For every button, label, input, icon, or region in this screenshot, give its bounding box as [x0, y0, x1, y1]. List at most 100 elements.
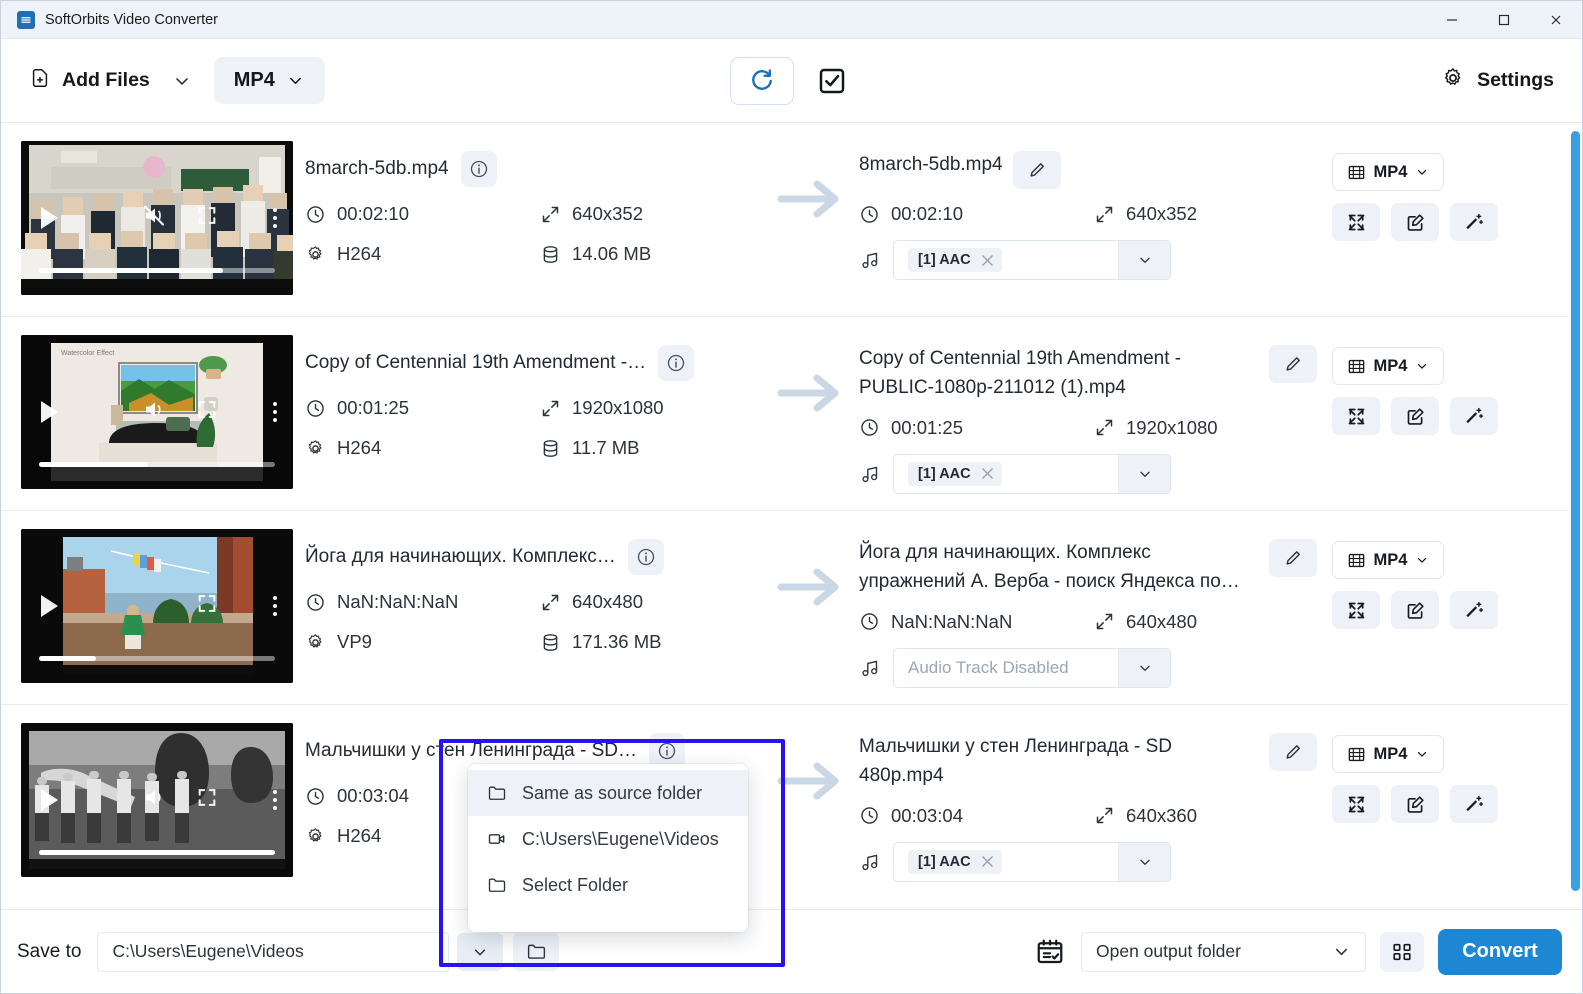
playback-progress-bar[interactable]	[39, 850, 275, 855]
convert-button[interactable]: Convert	[1438, 929, 1562, 975]
close-button[interactable]	[1530, 1, 1582, 39]
audio-track-select[interactable]: [1] AAC	[893, 454, 1171, 494]
audio-track-select[interactable]: [1] AAC	[893, 240, 1171, 280]
table-row[interactable]: Мальчишки у стен Ленинграда - SD… 00:03:…	[1, 705, 1582, 899]
video-thumbnail[interactable]	[21, 529, 293, 683]
layout-toggle-button[interactable]	[1380, 932, 1424, 972]
play-icon[interactable]	[41, 595, 58, 617]
playback-progress-bar[interactable]	[39, 462, 275, 467]
playback-progress-bar[interactable]	[39, 656, 275, 661]
fullscreen-icon[interactable]	[196, 399, 218, 426]
row-format-button[interactable]: MP4	[1332, 735, 1444, 773]
dropdown-item-videos-folder[interactable]: C:\Users\Eugene\Videos	[468, 816, 748, 862]
edit-button[interactable]	[1391, 203, 1439, 241]
audio-track-row: [1] AAC	[859, 240, 1332, 280]
browse-folder-button[interactable]	[513, 933, 559, 971]
save-to-input[interactable]: C:\Users\Eugene\Videos	[97, 932, 449, 972]
save-to-dropdown-button[interactable]	[457, 933, 503, 971]
output-format-label: MP4	[234, 69, 275, 92]
edit-button[interactable]	[1391, 591, 1439, 629]
row-format-button[interactable]: MP4	[1332, 541, 1444, 579]
video-thumbnail[interactable]	[21, 723, 293, 877]
video-thumbnail[interactable]	[21, 141, 293, 295]
destination-duration: 00:01:25	[859, 417, 1094, 439]
row-format-button[interactable]: MP4	[1332, 153, 1444, 191]
destination-duration-value: NaN:NaN:NaN	[891, 611, 1012, 633]
add-files-dropdown-button[interactable]	[156, 65, 208, 97]
volume-icon[interactable]	[141, 786, 167, 815]
row-format-button[interactable]: MP4	[1332, 347, 1444, 385]
minimize-button[interactable]	[1426, 1, 1478, 39]
table-row[interactable]: 8march-5db.mp4 00:02:10	[1, 123, 1582, 317]
play-icon[interactable]	[41, 207, 58, 229]
dropdown-item-same-as-source[interactable]: Same as source folder	[468, 770, 748, 816]
more-options-icon[interactable]	[273, 790, 277, 810]
schedule-icon[interactable]	[1033, 935, 1067, 969]
magic-wand-icon	[1464, 212, 1485, 233]
vertical-scrollbar[interactable]	[1568, 123, 1582, 909]
refresh-button[interactable]	[730, 57, 794, 105]
audio-track-chip[interactable]: [1] AAC	[908, 248, 1002, 272]
compress-button[interactable]	[1332, 203, 1380, 241]
audio-track-chip[interactable]: [1] AAC	[908, 462, 1002, 486]
rename-button[interactable]	[1013, 151, 1061, 189]
enhance-button[interactable]	[1450, 397, 1498, 435]
add-files-button[interactable]: Add Files	[23, 59, 156, 103]
select-all-button[interactable]	[810, 59, 854, 103]
destination-duration: 00:02:10	[859, 203, 1094, 225]
audio-track-select[interactable]: Audio Track Disabled	[893, 648, 1171, 688]
source-filename: 8march-5db.mp4	[305, 156, 449, 182]
file-info-button[interactable]	[628, 539, 664, 575]
fullscreen-icon[interactable]	[196, 787, 218, 814]
dropdown-item-select-folder[interactable]: Select Folder	[468, 862, 748, 908]
audio-track-chip[interactable]: [1] AAC	[908, 850, 1002, 874]
play-icon[interactable]	[41, 401, 58, 423]
more-options-icon[interactable]	[273, 208, 277, 228]
volume-icon[interactable]	[141, 398, 167, 427]
file-info-button[interactable]	[658, 345, 694, 381]
scrollbar-thumb[interactable]	[1571, 131, 1580, 891]
source-filename: Copy of Centennial 19th Amendment -…	[305, 350, 646, 376]
save-to-dropdown-menu[interactable]: Same as source folder C:\Users\Eugene\Vi…	[468, 764, 748, 932]
play-icon[interactable]	[41, 789, 58, 811]
audio-track-select[interactable]: [1] AAC	[893, 842, 1171, 882]
add-file-icon	[29, 67, 51, 95]
table-row[interactable]: Watercolor Effect	[1, 317, 1582, 511]
fullscreen-icon[interactable]	[196, 593, 218, 620]
maximize-button[interactable]	[1478, 1, 1530, 39]
compress-icon	[1346, 600, 1367, 621]
enhance-button[interactable]	[1450, 203, 1498, 241]
enhance-button[interactable]	[1450, 591, 1498, 629]
settings-button[interactable]: Settings	[1441, 66, 1560, 96]
rename-button[interactable]	[1269, 733, 1317, 771]
audio-track-dropdown-button[interactable]	[1118, 843, 1170, 881]
conversion-arrow	[763, 137, 859, 223]
destination-filename: 8march-5db.mp4	[859, 151, 1003, 180]
rename-button[interactable]	[1269, 345, 1317, 383]
compress-button[interactable]	[1332, 397, 1380, 435]
video-thumbnail[interactable]: Watercolor Effect	[21, 335, 293, 489]
chevron-down-icon	[1415, 747, 1429, 761]
source-info: Copy of Centennial 19th Amendment -… 00:…	[293, 331, 763, 459]
audio-track-dropdown-button[interactable]	[1118, 241, 1170, 279]
playback-progress-bar[interactable]	[39, 268, 275, 273]
rename-button[interactable]	[1269, 539, 1317, 577]
compress-button[interactable]	[1332, 785, 1380, 823]
table-row[interactable]: Йога для начинающих. Комплекс… NaN:NaN:N…	[1, 511, 1582, 705]
destination-info: Мальчишки у стен Ленинграда - SD 480p.mp…	[859, 719, 1332, 882]
more-options-icon[interactable]	[273, 402, 277, 422]
save-to-value: C:\Users\Eugene\Videos	[112, 941, 303, 962]
mute-icon[interactable]	[141, 204, 167, 233]
output-action-select[interactable]: Open output folder	[1081, 932, 1366, 972]
audio-track-dropdown-button[interactable]	[1118, 455, 1170, 493]
more-options-icon[interactable]	[273, 596, 277, 616]
compress-button[interactable]	[1332, 591, 1380, 629]
arrow-right-icon	[775, 369, 847, 417]
edit-button[interactable]	[1391, 785, 1439, 823]
output-format-selector[interactable]: MP4	[214, 57, 325, 104]
fullscreen-icon[interactable]	[196, 205, 218, 232]
edit-button[interactable]	[1391, 397, 1439, 435]
audio-track-dropdown-button[interactable]	[1118, 649, 1170, 687]
file-info-button[interactable]	[461, 151, 497, 187]
enhance-button[interactable]	[1450, 785, 1498, 823]
